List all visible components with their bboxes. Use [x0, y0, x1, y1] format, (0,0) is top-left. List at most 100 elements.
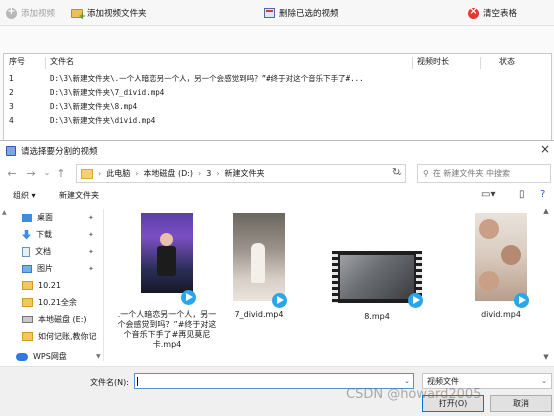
table-header: 序号 文件名 视频时长 状态	[5, 56, 551, 70]
text-caret	[137, 377, 138, 386]
file-list: .一个人暗恋另一个人，另一个会感觉到吗？”#终于对这个音乐下手了#再见莫尼卡.m…	[106, 207, 538, 361]
table-row[interactable]: 4 D:\3\新建文件夹\divid.mp4	[5, 113, 551, 127]
sidebar-item-label: 本地磁盘 (E:)	[38, 315, 87, 324]
main-toolbar: 添加视频 添加视频文件夹 删除已选的视频 清空表格	[0, 0, 554, 26]
film-strip	[332, 251, 338, 303]
folder-icon	[81, 168, 93, 179]
header-seq[interactable]: 序号	[5, 56, 46, 70]
play-icon	[272, 293, 287, 308]
back-arrow-icon[interactable]: ←	[5, 167, 19, 180]
breadcrumb-this-pc[interactable]: 此电脑	[106, 168, 130, 179]
row-seq: 1	[9, 73, 14, 83]
row-filename: D:\3\新建文件夹\7_divid.mp4	[50, 87, 165, 97]
up-arrow-icon[interactable]: ↑	[54, 167, 68, 180]
view-options-icon[interactable]: ▭▾	[481, 189, 495, 200]
scroll-up-arrow-icon[interactable]: ▲	[540, 207, 552, 215]
command-bar: 组织 ▾ 新建文件夹 ▭▾ ▯ ?	[0, 187, 554, 205]
sidebar-item-drive-e[interactable]: 本地磁盘 (E:)	[0, 311, 103, 328]
vertical-scrollbar[interactable]: ▲ ▼	[540, 207, 552, 361]
breadcrumb-separator-icon: ›	[198, 169, 202, 178]
breadcrumb-new-folder[interactable]: 新建文件夹	[225, 168, 265, 179]
new-folder-button[interactable]: 新建文件夹	[59, 190, 99, 201]
sidebar-item-label: 图片	[37, 264, 53, 273]
history-chevron-icon[interactable]: ⌄	[40, 168, 54, 177]
delete-selected-label: 删除已选的视频	[279, 9, 339, 19]
sidebar-item-documents[interactable]: 文档 ✦	[0, 243, 103, 260]
organize-button[interactable]: 组织 ▾	[13, 190, 36, 201]
row-seq: 4	[9, 115, 14, 125]
column-divider	[480, 57, 481, 69]
pin-icon: ✦	[88, 247, 94, 256]
sidebar-item-downloads[interactable]: 下载 ✦	[0, 226, 103, 243]
close-button[interactable]: ×	[540, 142, 550, 156]
scroll-down-arrow-icon[interactable]: ▼	[540, 353, 552, 361]
address-bar[interactable]: › 此电脑 › 本地磁盘 (D:) › 3 › 新建文件夹 ⌄	[76, 164, 406, 183]
header-filename[interactable]: 文件名	[46, 56, 413, 70]
chevron-down-icon[interactable]: ⌄	[404, 377, 410, 385]
file-item[interactable]: 7_divid.mp4	[214, 213, 304, 320]
row-filename: D:\3\新建文件夹\divid.mp4	[50, 115, 156, 125]
video-thumbnail	[475, 213, 529, 308]
scroll-down-arrow-icon[interactable]: ▼	[96, 353, 101, 360]
header-duration[interactable]: 视频时长	[413, 56, 481, 70]
cancel-button[interactable]: 取消	[490, 395, 552, 412]
add-video-button[interactable]: 添加视频	[6, 3, 55, 23]
open-file-dialog: 请选择要分割的视频 × ← → ⌄ ↑ › 此电脑 › 本地磁盘 (D:) › …	[0, 140, 554, 416]
file-item[interactable]: .一个人暗恋另一个人，另一个会感觉到吗？”#终于对这个音乐下手了#再见莫尼卡.m…	[118, 213, 216, 350]
sidebar-item-bookkeeping[interactable]: 如何记账,教你记	[0, 328, 103, 345]
person-figure	[479, 219, 499, 239]
video-thumbnail	[233, 213, 287, 308]
clear-table-button[interactable]: 清空表格	[468, 3, 517, 23]
video-thumbnail	[332, 251, 423, 308]
breadcrumb-drive-d[interactable]: 本地磁盘 (D:)	[143, 168, 193, 179]
pin-icon: ✦	[88, 213, 94, 222]
help-icon[interactable]: ?	[540, 189, 545, 200]
scroll-up-arrow-icon[interactable]: ▲	[2, 209, 7, 216]
row-filename: D:\3\新建文件夹\.一个人暗恋另一个人，另一个会感觉到吗？”#终于对这个音乐…	[50, 73, 364, 83]
clear-table-label: 清空表格	[483, 9, 518, 19]
search-box[interactable]: ⚲ 在 新建文件夹 中搜索	[417, 164, 551, 183]
app-icon	[6, 145, 16, 156]
sidebar-item-desktop[interactable]: 桌面 ✦	[0, 209, 103, 226]
table-row[interactable]: 2 D:\3\新建文件夹\7_divid.mp4	[5, 85, 551, 99]
refresh-icon[interactable]: ↻	[392, 167, 400, 178]
person-figure	[501, 245, 521, 265]
cloud-icon	[16, 352, 28, 361]
add-folder-label: 添加视频文件夹	[87, 9, 147, 19]
filename-label: 文件名(N):	[90, 378, 129, 387]
file-name: divid.mp4	[481, 310, 521, 319]
chevron-down-icon: ⌄	[541, 377, 547, 385]
search-placeholder: 在 新建文件夹 中搜索	[432, 169, 510, 178]
download-icon	[22, 229, 31, 240]
forward-arrow-icon[interactable]: →	[24, 167, 38, 180]
breadcrumb-separator-icon: ›	[216, 169, 220, 178]
play-icon	[181, 290, 196, 305]
file-item[interactable]: 8.mp4	[332, 251, 423, 322]
person-figure	[157, 246, 176, 276]
add-icon	[6, 6, 17, 19]
breadcrumb-separator-icon: ›	[98, 169, 102, 178]
document-icon	[22, 246, 30, 257]
row-filename: D:\3\新建文件夹\8.mp4	[50, 101, 138, 111]
sidebar-item-label: 如何记账,教你记	[38, 332, 97, 341]
sidebar-item-label: 文档	[35, 247, 51, 256]
preview-pane-icon[interactable]: ▯	[519, 189, 525, 200]
delete-selected-button[interactable]: 删除已选的视频	[264, 3, 339, 23]
header-status[interactable]: 状态	[481, 56, 551, 70]
table-row[interactable]: 1 D:\3\新建文件夹\.一个人暗恋另一个人，另一个会感觉到吗？”#终于对这个…	[5, 71, 551, 85]
add-folder-button[interactable]: 添加视频文件夹	[71, 3, 147, 23]
person-figure	[160, 233, 173, 246]
video-splitter-app: 添加视频 添加视频文件夹 删除已选的视频 清空表格 序号 文件名 视频时长 状态…	[0, 0, 554, 142]
row-seq: 3	[9, 101, 14, 111]
file-item[interactable]: divid.mp4	[456, 213, 546, 320]
dialog-titlebar: 请选择要分割的视频	[0, 141, 554, 160]
sidebar-item-10-21[interactable]: 10.21	[0, 277, 103, 294]
sidebar-item-wps-cloud[interactable]: WPS网盘	[0, 348, 103, 365]
column-divider	[45, 57, 46, 69]
sidebar-item-10-21-all[interactable]: 10.21全余	[0, 294, 103, 311]
dialog-title: 请选择要分割的视频	[21, 146, 98, 157]
breadcrumb-folder-3[interactable]: 3	[206, 169, 211, 178]
table-row[interactable]: 3 D:\3\新建文件夹\8.mp4	[5, 99, 551, 113]
breadcrumb-separator-icon: ›	[135, 169, 139, 178]
sidebar-item-pictures[interactable]: 图片 ✦	[0, 260, 103, 277]
